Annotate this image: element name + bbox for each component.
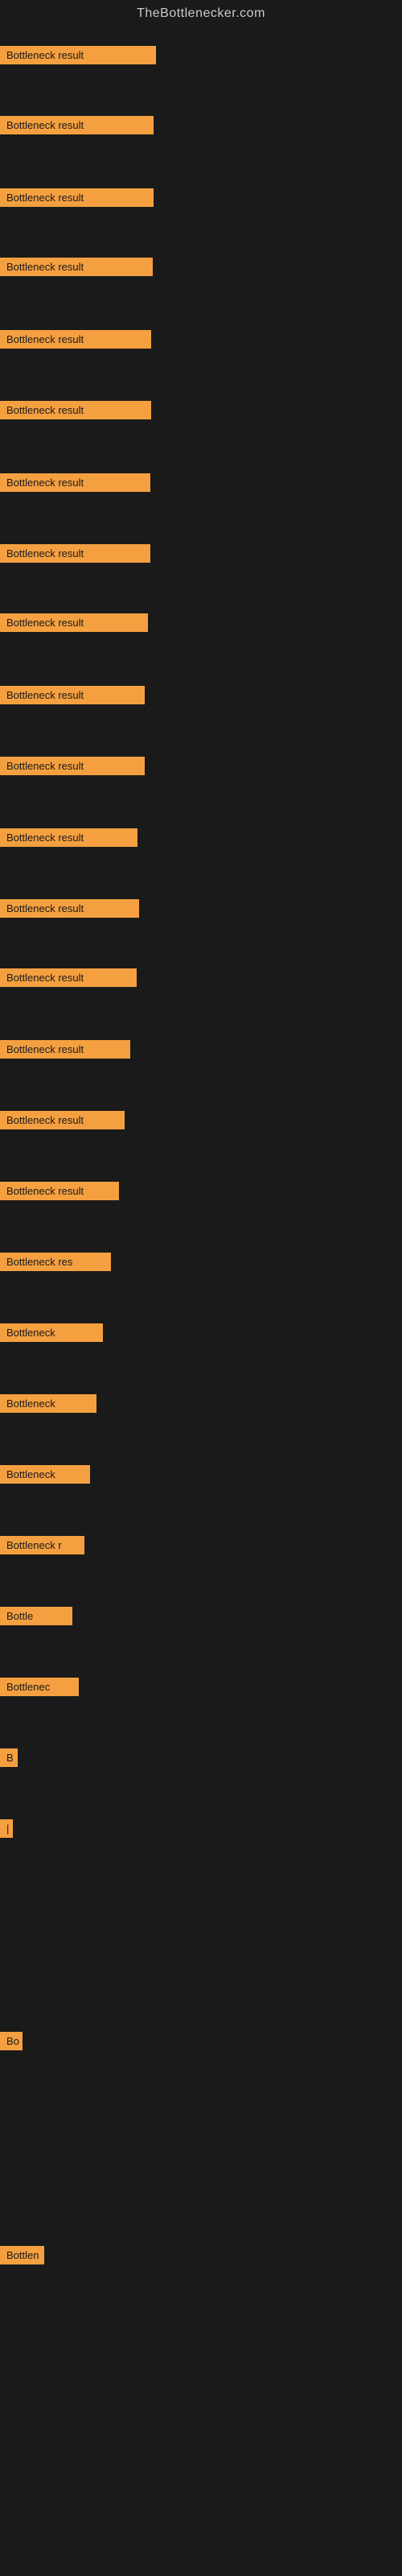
bottleneck-result-item: Bottleneck result	[0, 258, 153, 276]
bottleneck-result-item: Bottleneck result	[0, 899, 139, 918]
bottleneck-result-item: Bottlen	[0, 2246, 44, 2264]
bottleneck-result-item: Bottleneck result	[0, 1040, 130, 1059]
bottleneck-result-item: Bottleneck	[0, 1394, 96, 1413]
bottleneck-result-item: Bottleneck result	[0, 473, 150, 492]
bottleneck-result-item: Bottleneck result	[0, 330, 151, 349]
bottleneck-result-item: Bottleneck result	[0, 828, 137, 847]
bottleneck-result-item: Bottleneck result	[0, 544, 150, 563]
site-title: TheBottlenecker.com	[0, 0, 402, 27]
bottleneck-result-item: Bottleneck	[0, 1465, 90, 1484]
bottleneck-result-item: Bottleneck result	[0, 1182, 119, 1200]
bottleneck-result-item: Bottleneck result	[0, 46, 156, 64]
bottleneck-result-item: Bottleneck result	[0, 613, 148, 632]
bottleneck-result-item: Bottleneck r	[0, 1536, 84, 1554]
bottleneck-result-item: Bottleneck result	[0, 686, 145, 704]
bottleneck-result-item: Bottleneck	[0, 1323, 103, 1342]
bottleneck-result-item: B	[0, 1748, 18, 1767]
bottleneck-result-item: Bottleneck result	[0, 1111, 125, 1129]
bottleneck-result-item: Bottleneck result	[0, 968, 137, 987]
bottleneck-result-item: Bottleneck res	[0, 1253, 111, 1271]
bottleneck-result-item: Bo	[0, 2032, 23, 2050]
bottleneck-result-item: Bottlenec	[0, 1678, 79, 1696]
bottleneck-result-item: Bottleneck result	[0, 757, 145, 775]
bottleneck-result-item: Bottleneck result	[0, 116, 154, 134]
bottleneck-result-item: Bottleneck result	[0, 401, 151, 419]
bottleneck-result-item: Bottleneck result	[0, 188, 154, 207]
bottleneck-result-item: Bottle	[0, 1607, 72, 1625]
bottleneck-result-item: |	[0, 1819, 13, 1838]
